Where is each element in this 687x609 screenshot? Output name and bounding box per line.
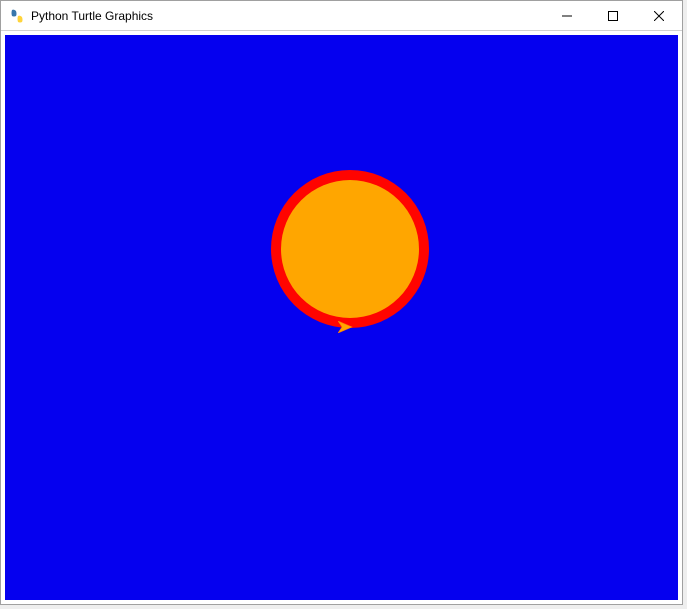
close-button[interactable] [636,1,682,31]
app-icon [9,8,25,24]
app-window: Python Turtle Graphics [0,0,683,605]
circle-fill [281,180,419,318]
turtle-canvas [5,35,678,600]
titlebar[interactable]: Python Turtle Graphics [1,1,682,31]
turtle-cursor-icon [338,321,354,336]
maximize-button[interactable] [590,1,636,31]
canvas-container [5,35,678,600]
minimize-button[interactable] [544,1,590,31]
window-controls [544,1,682,30]
frame-edge-bottom [0,605,687,609]
frame-edge-right [683,0,687,609]
window-title: Python Turtle Graphics [31,1,544,31]
